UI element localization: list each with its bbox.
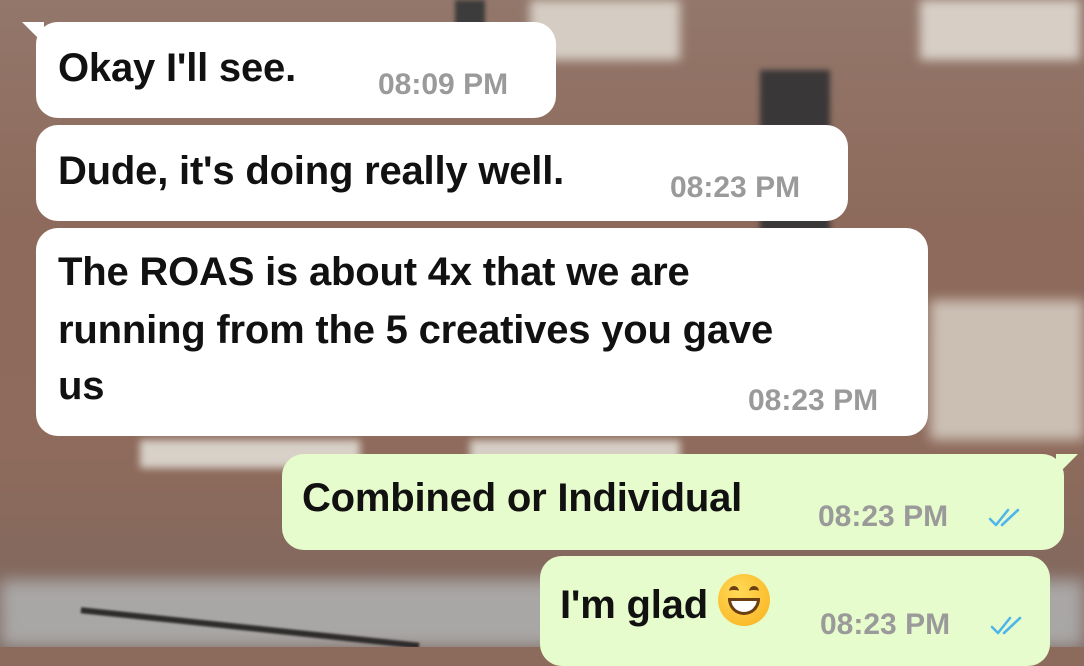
double-check-read-icon bbox=[988, 508, 1020, 527]
message-timestamp: 08:23 PM bbox=[818, 500, 949, 533]
message-timestamp: 08:23 PM bbox=[670, 171, 801, 204]
message-text-line: The ROAS is about 4x that we are bbox=[58, 250, 690, 294]
message-bubble-incoming[interactable]: Dude, it's doing really well. 08:23 PM bbox=[36, 125, 848, 221]
message-text-line: us bbox=[58, 364, 105, 408]
message-text: Combined or Individual bbox=[302, 476, 743, 520]
message-bubble-outgoing[interactable]: Combined or Individual 08:23 PM bbox=[282, 454, 1078, 550]
grinning-face-with-smiling-eyes-icon bbox=[717, 574, 770, 626]
message-timestamp: 08:09 PM bbox=[378, 68, 509, 101]
message-text: I'm glad bbox=[560, 574, 770, 633]
message-text: Okay I'll see. bbox=[58, 46, 296, 90]
double-check-read-icon bbox=[990, 616, 1022, 635]
message-text-line: running from the 5 creatives you gave bbox=[58, 308, 774, 352]
message-text: Dude, it's doing really well. bbox=[58, 149, 565, 193]
bubble-tail bbox=[1056, 454, 1078, 476]
message-list[interactable]: Okay I'll see. 08:09 PM Dude, it's doing… bbox=[0, 0, 1084, 666]
message-text-content: I'm glad bbox=[560, 583, 708, 627]
message-bubble-incoming[interactable]: Okay I'll see. 08:09 PM bbox=[22, 22, 556, 118]
bubble-tail bbox=[22, 22, 44, 44]
message-bubble-outgoing[interactable]: I'm glad 08:23 PM bbox=[540, 556, 1050, 666]
message-timestamp: 08:23 PM bbox=[820, 608, 951, 641]
message-bubble-incoming[interactable]: The ROAS is about 4x that we are running… bbox=[36, 228, 928, 436]
message-timestamp: 08:23 PM bbox=[748, 384, 879, 417]
